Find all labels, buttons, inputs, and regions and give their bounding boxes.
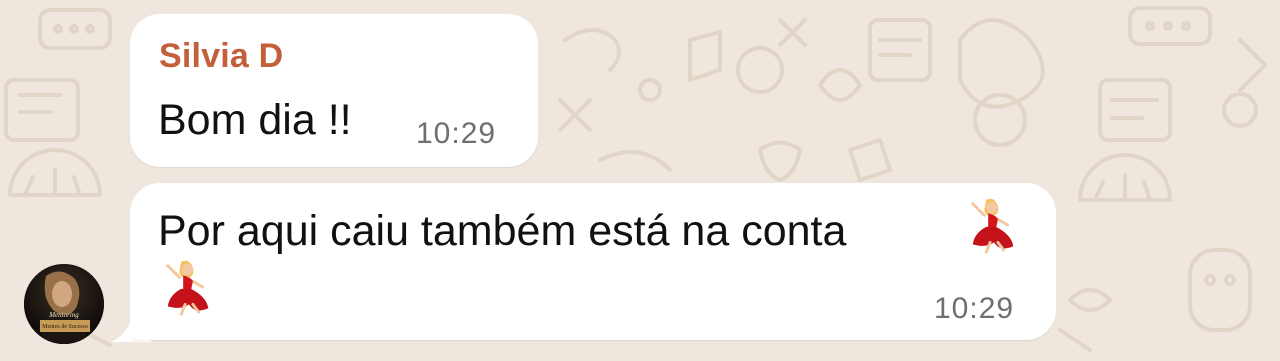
avatar-text-line1: Mentoring	[48, 311, 79, 319]
dancer-emoji	[971, 198, 1014, 254]
message-text: Por aqui caiu também está na conta	[158, 207, 847, 255]
sender-name[interactable]: Silvia D	[159, 37, 283, 76]
message-timestamp: 10:29	[416, 117, 497, 150]
message-bubble[interactable]: Por aqui caiu também está na conta 10:29	[130, 183, 1056, 340]
dancer-emoji	[166, 260, 209, 316]
avatar-text-line2: Mentes de Sucesso	[42, 324, 88, 330]
avatar[interactable]: Mentoring Mentes de Sucesso	[24, 264, 104, 344]
message-text: Bom dia !!	[158, 96, 352, 144]
message-timestamp: 10:29	[934, 292, 1015, 325]
message-bubble[interactable]: Silvia D Bom dia !! 10:29	[130, 14, 538, 167]
